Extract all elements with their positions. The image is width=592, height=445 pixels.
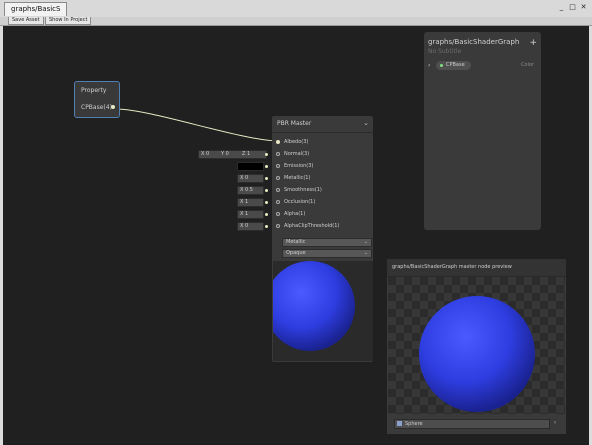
master-node-header[interactable]: PBR Master ⌄ — [272, 116, 373, 133]
master-node-preview — [265, 261, 373, 361]
window-controls: _ □ ✕ — [557, 3, 588, 11]
master-port-row[interactable]: Alpha(1) — [272, 209, 373, 220]
albedo-port[interactable] — [276, 140, 280, 144]
node-preview-sphere — [265, 261, 355, 351]
smoothness-port[interactable] — [276, 188, 280, 192]
alpha-port[interactable] — [276, 212, 280, 216]
port-label: Alpha(1) — [284, 211, 306, 217]
normal-input[interactable]: X 0 Y 0 Z 1 — [198, 150, 267, 159]
workflow-dropdown[interactable]: Metallic ⌄ — [282, 238, 372, 247]
occlusion-port[interactable] — [276, 200, 280, 204]
occlusion-value[interactable]: X 1 — [240, 199, 248, 206]
port-label: Emission(3) — [284, 163, 314, 169]
master-port-row[interactable]: Albedo(3) — [272, 137, 373, 148]
port-label: Albedo(3) — [284, 139, 309, 145]
master-port-row[interactable]: Normal(3) — [272, 149, 373, 160]
property-type: Color — [520, 62, 534, 68]
emission-color-input[interactable] — [237, 162, 264, 171]
show-in-project-button[interactable]: Show In Project — [45, 17, 92, 25]
master-port-row[interactable]: Smoothness(1) — [272, 185, 373, 196]
chevron-down-icon[interactable]: ⌄ — [363, 119, 369, 127]
master-node-title: PBR Master — [277, 120, 312, 127]
alpha-input[interactable]: X 1 — [237, 210, 264, 219]
smoothness-input-port — [265, 189, 268, 192]
mesh-icon — [397, 421, 402, 426]
toolbar: Save Asset Show In Project — [0, 17, 592, 26]
property-node-title: Property — [81, 87, 107, 94]
property-pill[interactable]: CPBase — [436, 61, 471, 70]
window-titlebar: graphs/BasicS _ □ ✕ — [0, 0, 592, 17]
expand-triangle-icon[interactable]: › — [428, 62, 430, 69]
main-preview-header[interactable]: graphs/BasicShaderGraph master node prev… — [387, 259, 566, 277]
normal-port[interactable] — [276, 152, 280, 156]
port-label: Occlusion(1) — [284, 199, 316, 205]
window-tab[interactable]: graphs/BasicS — [4, 2, 68, 16]
occlusion-input[interactable]: X 1 — [237, 198, 264, 207]
normal-input-y[interactable]: Y 0 — [221, 151, 229, 158]
main-preview-footer: Sphere ◦ — [387, 414, 566, 434]
blackboard-subtitle: No Subtitle — [428, 48, 462, 55]
normal-input-port — [265, 153, 268, 156]
metallic-input-port — [265, 177, 268, 180]
port-label: Metallic(1) — [284, 175, 311, 181]
port-label: AlphaClipThreshold(1) — [284, 223, 340, 229]
surface-dropdown[interactable]: Opaque ⌄ — [282, 249, 372, 258]
emission-port[interactable] — [276, 164, 280, 168]
alpha-clip-value[interactable]: X 0 — [240, 223, 248, 230]
smoothness-value[interactable]: X 0.5 — [240, 187, 253, 194]
master-port-row[interactable]: Occlusion(1) — [272, 197, 373, 208]
mesh-object-field[interactable]: Sphere — [394, 419, 550, 429]
alpha-clip-port[interactable] — [276, 224, 280, 228]
mesh-name: Sphere — [405, 421, 423, 427]
pbr-master-node[interactable]: PBR Master ⌄ Albedo(3) Normal(3) Emissio… — [265, 116, 373, 362]
alpha-value[interactable]: X 1 — [240, 211, 248, 218]
add-property-button[interactable]: + — [529, 38, 537, 48]
metallic-value[interactable]: X 0 — [240, 175, 248, 182]
workflow-value: Metallic — [286, 239, 306, 245]
close-button[interactable]: ✕ — [579, 3, 588, 11]
alpha-input-port — [265, 213, 268, 216]
smoothness-input[interactable]: X 0.5 — [237, 186, 264, 195]
object-picker-icon[interactable]: ◦ — [553, 419, 557, 427]
alpha-clip-input[interactable]: X 0 — [237, 222, 264, 231]
blackboard-property-row[interactable]: › CPBase Color — [428, 61, 537, 71]
surface-value: Opaque — [286, 250, 306, 256]
property-node[interactable]: Property CPBase(4) — [74, 81, 120, 118]
chevron-down-icon: ⌄ — [363, 239, 368, 245]
maximize-button[interactable]: □ — [568, 3, 577, 11]
main-preview-viewport[interactable] — [388, 277, 565, 414]
property-dot-icon — [440, 64, 443, 67]
minimize-button[interactable]: _ — [557, 3, 566, 11]
alpha-clip-input-port — [265, 225, 268, 228]
main-preview-panel[interactable]: graphs/BasicShaderGraph master node prev… — [387, 259, 566, 434]
occlusion-input-port — [265, 201, 268, 204]
preview-sphere — [419, 296, 535, 412]
master-port-row[interactable]: Metallic(1) — [272, 173, 373, 184]
metallic-port[interactable] — [276, 176, 280, 180]
property-output-port[interactable] — [111, 105, 115, 109]
master-port-row[interactable]: Emission(3) — [272, 161, 373, 172]
blackboard-panel[interactable]: graphs/BasicShaderGraph No Subtitle + › … — [424, 32, 541, 230]
property-name: CPBase — [446, 62, 465, 68]
blackboard-title: graphs/BasicShaderGraph — [428, 38, 520, 46]
normal-input-z[interactable]: Z 1 — [242, 151, 250, 158]
port-label: Normal(3) — [284, 151, 310, 157]
emission-input-port — [265, 165, 268, 168]
chevron-down-icon: ⌄ — [363, 250, 368, 256]
port-label: Smoothness(1) — [284, 187, 322, 193]
property-output-label: CPBase(4) — [81, 104, 112, 111]
metallic-input[interactable]: X 0 — [237, 174, 264, 183]
master-port-row[interactable]: AlphaClipThreshold(1) — [272, 221, 373, 232]
normal-input-x[interactable]: X 0 — [201, 151, 209, 158]
main-preview-title: graphs/BasicShaderGraph master node prev… — [392, 264, 512, 270]
save-asset-button[interactable]: Save Asset — [8, 17, 44, 25]
